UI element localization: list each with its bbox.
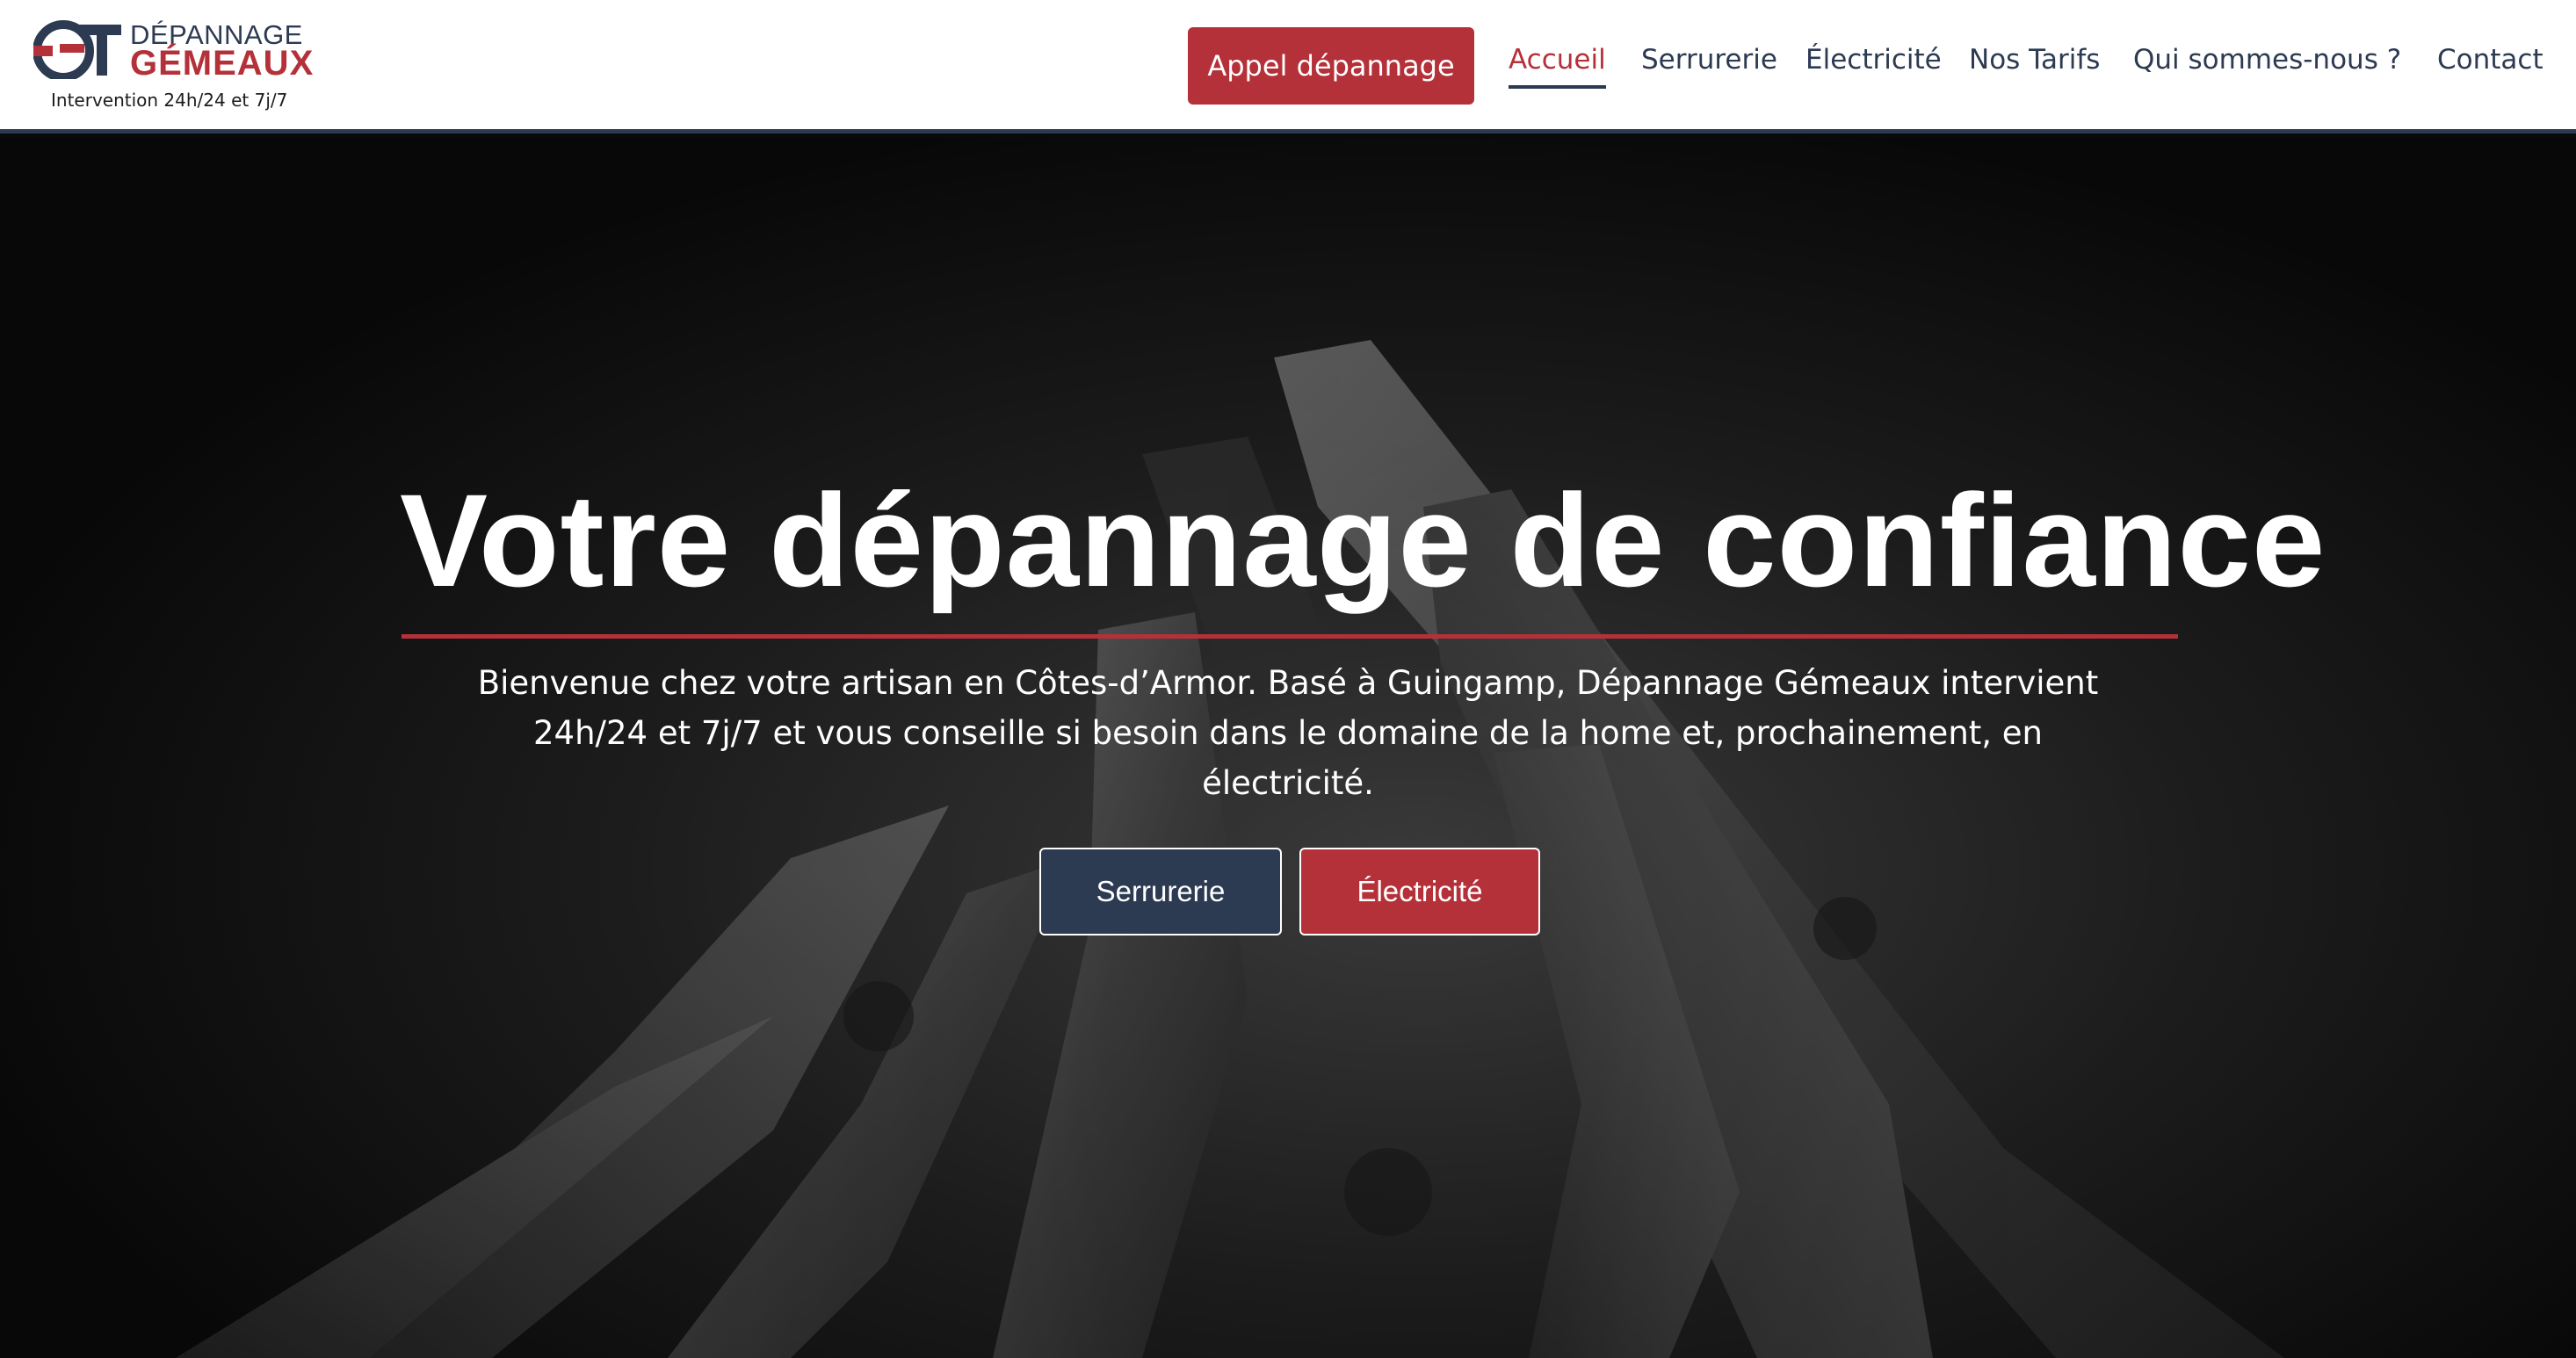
hero-title: Votre dépannage de confiance (400, 466, 2326, 614)
site-logo[interactable]: DÉPANNAGE GÉMEAUX Intervention 24h/24 et… (33, 14, 315, 118)
emergency-call-button[interactable]: Appel dépannage (1188, 27, 1474, 105)
logo-text-gemeaux: GÉMEAUX (130, 44, 315, 83)
nav-item-serrurerie[interactable]: Serrurerie (1641, 44, 1777, 83)
electricite-button[interactable]: Électricité (1299, 848, 1540, 935)
serrurerie-button[interactable]: Serrurerie (1039, 848, 1282, 935)
site-header: DÉPANNAGE GÉMEAUX Intervention 24h/24 et… (0, 0, 2576, 134)
hero-section: Votre dépannage de confiance Bienvenue c… (0, 138, 2576, 1358)
hero-description: Bienvenue chez votre artisan en Côtes-d’… (477, 664, 2099, 802)
hero-divider (402, 634, 2178, 639)
logo-tagline: Intervention 24h/24 et 7j/7 (51, 90, 288, 111)
nav-item-contact[interactable]: Contact (2437, 44, 2543, 83)
nav-item-tarifs[interactable]: Nos Tarifs (1969, 44, 2100, 83)
nav-item-qui-sommes-nous[interactable]: Qui sommes-nous ? (2133, 44, 2401, 83)
nav-item-accueil[interactable]: Accueil (1509, 44, 1606, 89)
nav-item-electricite[interactable]: Électricité (1805, 44, 1942, 83)
logo-mark-icon (33, 20, 121, 79)
